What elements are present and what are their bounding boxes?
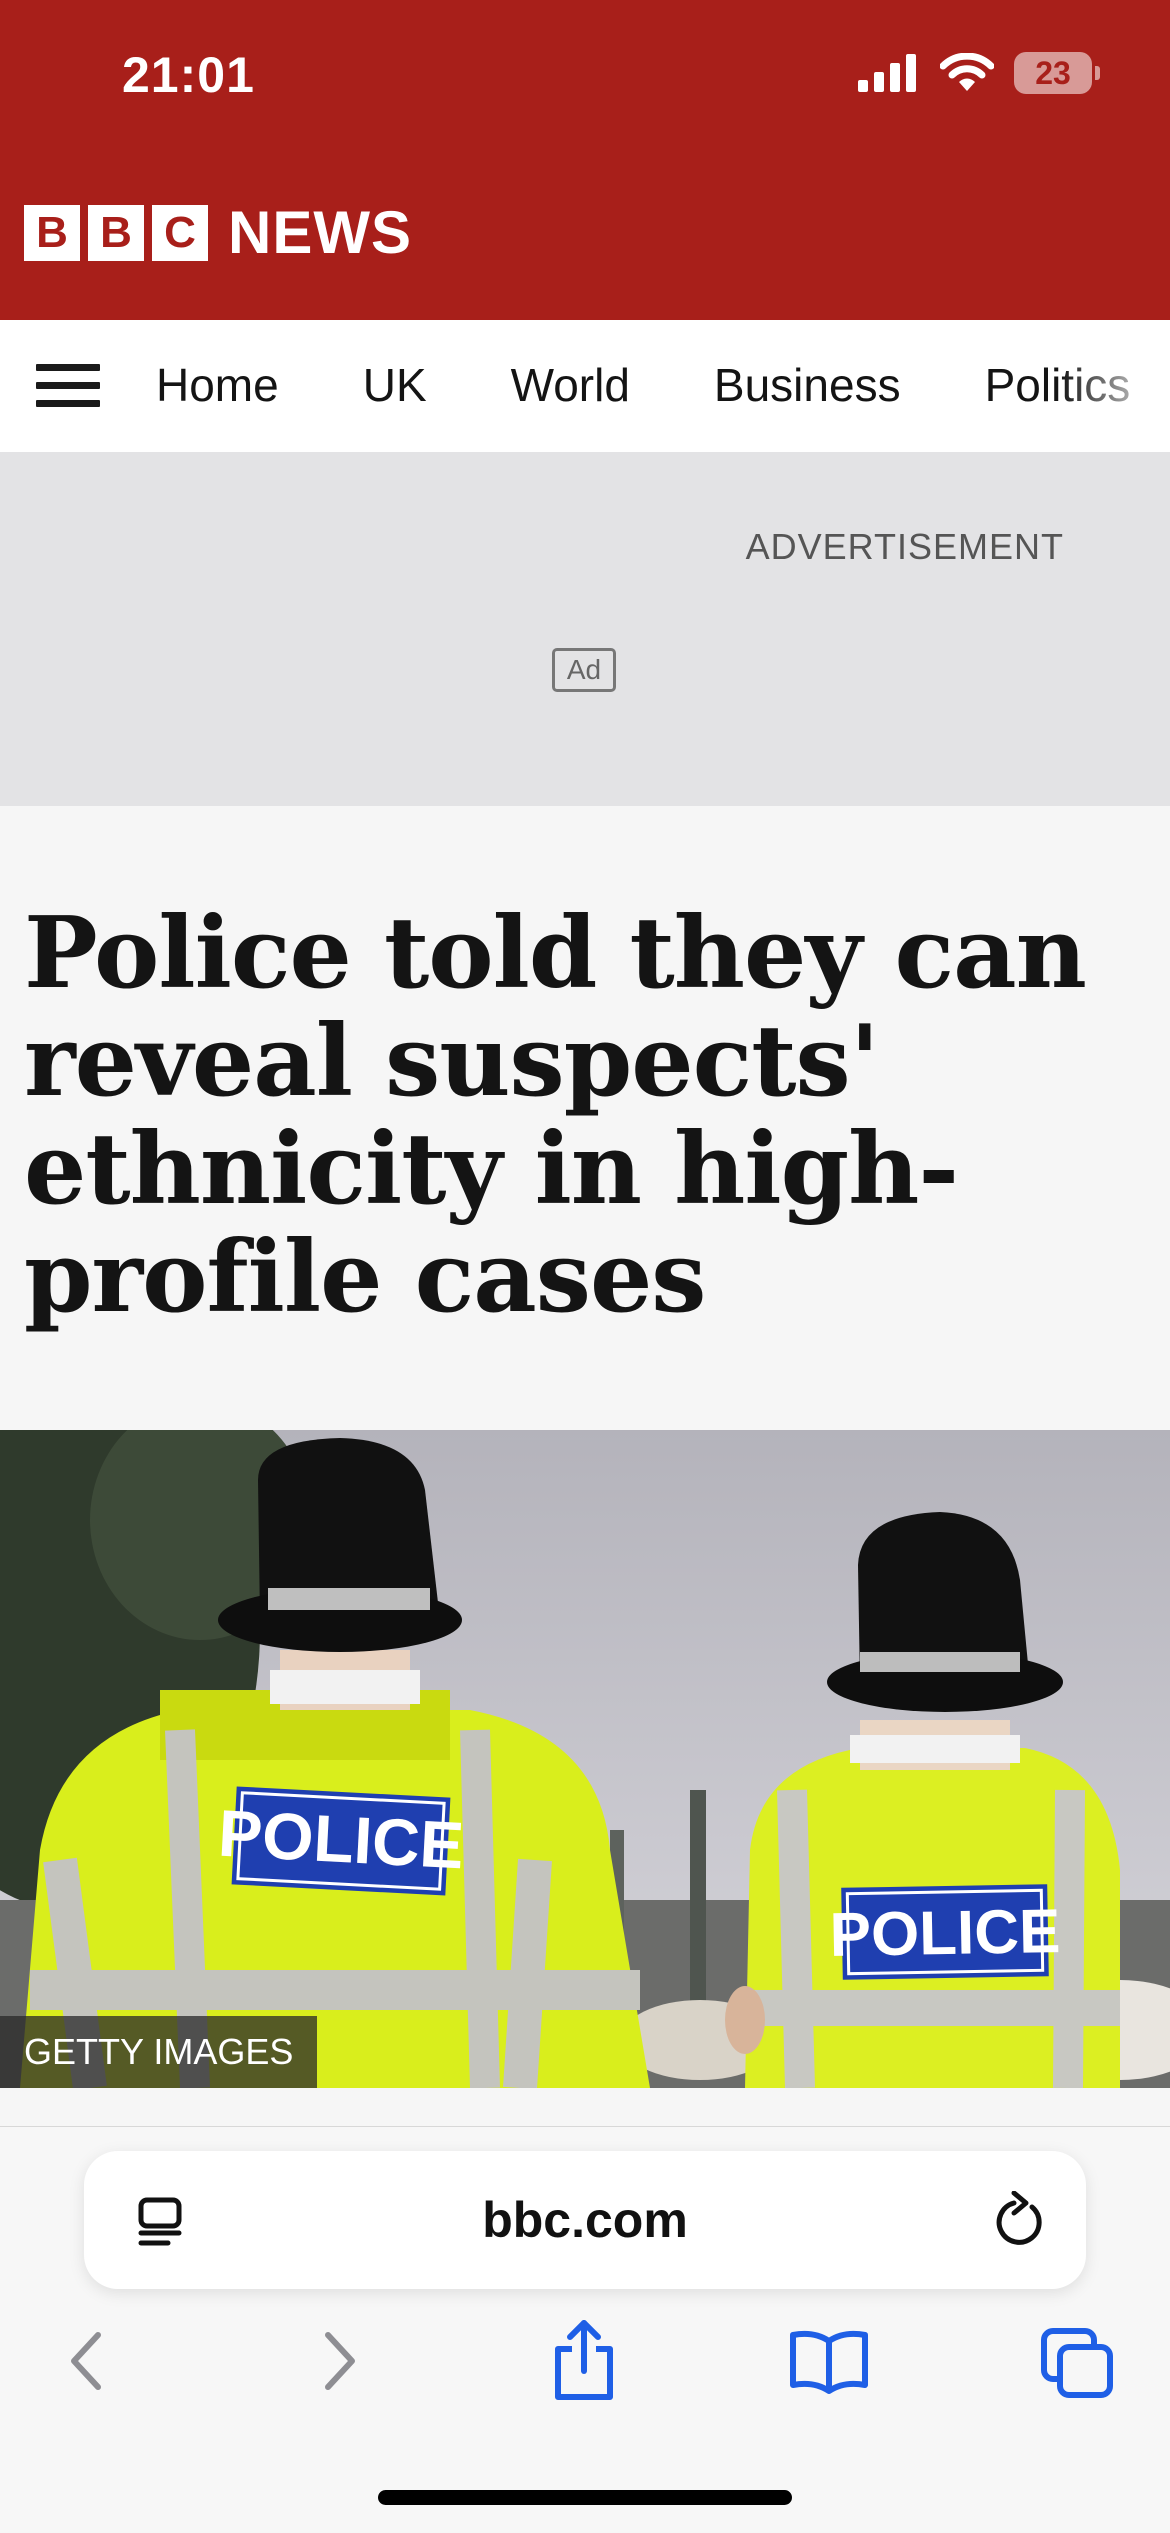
battery-level: 23 <box>1035 54 1071 91</box>
cellular-signal-icon <box>858 54 916 92</box>
nav-item-home[interactable]: Home <box>156 358 279 412</box>
back-icon[interactable] <box>62 2327 110 2395</box>
app-header: 21:01 23 B B C NEWS <box>0 0 1170 320</box>
image-credit: GETTY IMAGES <box>0 2016 318 2088</box>
browser-toolbar: bbc.com <box>0 2126 1170 2533</box>
wifi-icon <box>940 53 994 91</box>
bookmarks-icon[interactable] <box>788 2327 870 2395</box>
vest-label-2: POLICE <box>829 1897 1061 1970</box>
home-indicator[interactable] <box>378 2490 792 2505</box>
status-icons: 23 <box>858 52 1100 94</box>
nav-fade <box>1060 320 1170 452</box>
nav-item-world[interactable]: World <box>511 358 630 412</box>
share-icon[interactable] <box>548 2319 620 2401</box>
advertisement-label: ADVERTISEMENT <box>745 526 1064 567</box>
battery-icon: 23 <box>1014 52 1100 94</box>
address-bar[interactable]: bbc.com <box>84 2151 1086 2289</box>
reload-icon[interactable] <box>994 2191 1048 2249</box>
url-text[interactable]: bbc.com <box>84 2191 1086 2249</box>
bbc-news-logo[interactable]: B B C NEWS <box>24 198 412 267</box>
advertisement-slot[interactable]: ADVERTISEMENT Ad <box>0 452 1170 806</box>
logo-letter-3: C <box>152 204 208 261</box>
logo-news-text: NEWS <box>228 199 412 266</box>
tabs-icon[interactable] <box>1040 2327 1116 2399</box>
article-headline: Police told they can reveal suspects' et… <box>24 896 1087 1335</box>
ad-badge: Ad <box>552 648 616 692</box>
nav-item-business[interactable]: Business <box>714 358 901 412</box>
menu-icon[interactable] <box>36 364 100 408</box>
logo-letter-2: B <box>88 204 144 261</box>
logo-letter-1: B <box>24 204 80 261</box>
vest-label-1: POLICE <box>216 1796 465 1883</box>
status-time: 21:01 <box>122 47 255 103</box>
nav-item-uk[interactable]: UK <box>363 358 427 412</box>
article-hero-image: POLICE POLICE <box>0 1430 1170 2088</box>
section-nav: Home UK World Business Politics <box>0 320 1170 452</box>
forward-icon[interactable] <box>316 2327 364 2395</box>
police-officers-image: POLICE POLICE <box>0 1430 1170 2088</box>
